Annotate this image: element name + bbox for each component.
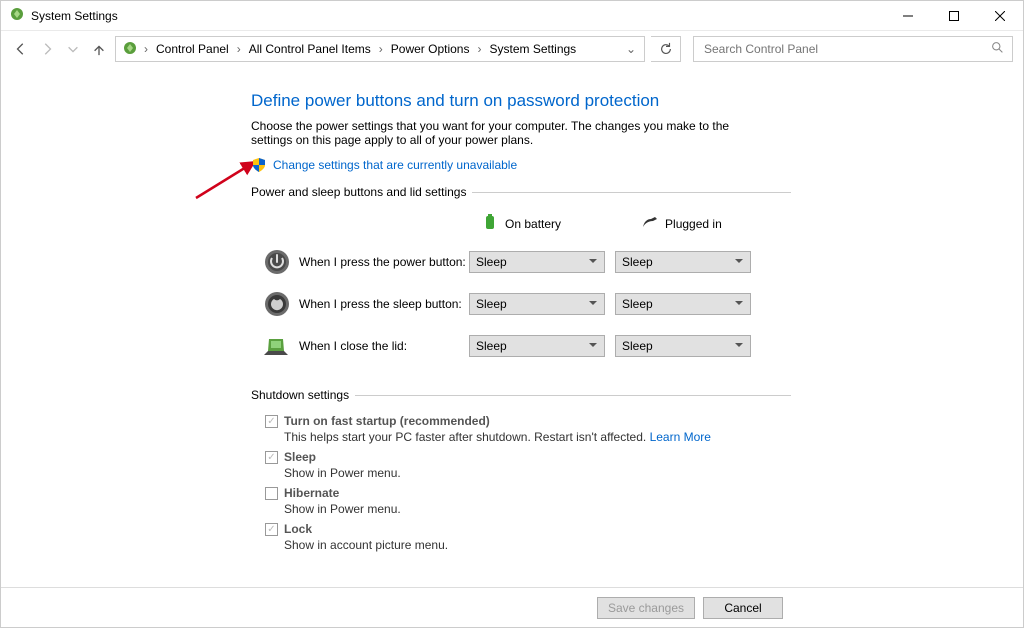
- learn-more-link[interactable]: Learn More: [650, 430, 711, 444]
- fast-startup-checkbox[interactable]: [265, 415, 278, 428]
- on-battery-label: On battery: [505, 217, 561, 231]
- chevron-right-icon: ›: [475, 42, 483, 56]
- admin-link-row: Change settings that are currently unava…: [251, 157, 1003, 173]
- chevron-down-icon: [588, 255, 598, 269]
- sleep-desc: Show in Power menu.: [284, 466, 791, 480]
- sleep-button-row: When I press the sleep button: Sleep Sle…: [251, 290, 791, 318]
- chevron-right-icon: ›: [235, 42, 243, 56]
- hibernate-item: Hibernate Show in Power menu.: [265, 486, 791, 516]
- chevron-down-icon: [588, 339, 598, 353]
- chevron-down-icon: [734, 255, 744, 269]
- plug-icon: [641, 213, 659, 234]
- window-title: System Settings: [31, 9, 118, 23]
- close-lid-label: When I close the lid:: [299, 339, 469, 353]
- battery-icon: [481, 213, 499, 234]
- dropdown-value: Sleep: [476, 255, 507, 269]
- plugged-in-label: Plugged in: [665, 217, 722, 231]
- chevron-down-icon: [734, 339, 744, 353]
- dropdown-value: Sleep: [622, 297, 653, 311]
- shutdown-legend: Shutdown settings: [251, 388, 355, 402]
- lock-checkbox[interactable]: [265, 523, 278, 536]
- search-icon: [991, 41, 1004, 57]
- breadcrumb[interactable]: Power Options: [389, 42, 472, 56]
- laptop-lid-icon: [263, 332, 291, 360]
- breadcrumb[interactable]: System Settings: [487, 42, 578, 56]
- maximize-button[interactable]: [931, 1, 977, 31]
- sleep-button-battery-dropdown[interactable]: Sleep: [469, 293, 605, 315]
- up-button[interactable]: [89, 39, 109, 59]
- breadcrumb[interactable]: All Control Panel Items: [247, 42, 373, 56]
- lock-item: Lock Show in account picture menu.: [265, 522, 791, 552]
- cancel-button[interactable]: Cancel: [703, 597, 783, 619]
- close-lid-battery-dropdown[interactable]: Sleep: [469, 335, 605, 357]
- power-button-icon: [263, 248, 291, 276]
- dropdown-value: Sleep: [622, 339, 653, 353]
- fast-startup-desc: This helps start your PC faster after sh…: [284, 430, 791, 444]
- address-bar[interactable]: › Control Panel › All Control Panel Item…: [115, 36, 645, 62]
- on-battery-header: On battery: [481, 213, 561, 234]
- chevron-down-icon[interactable]: ⌄: [624, 42, 638, 56]
- close-button[interactable]: [977, 1, 1023, 31]
- hibernate-checkbox[interactable]: [265, 487, 278, 500]
- chevron-down-icon: [734, 297, 744, 311]
- dropdown-value: Sleep: [622, 255, 653, 269]
- minimize-button[interactable]: [885, 1, 931, 31]
- sleep-button-icon: [263, 290, 291, 318]
- dropdown-value: Sleep: [476, 339, 507, 353]
- change-settings-link[interactable]: Change settings that are currently unava…: [273, 158, 517, 172]
- nav-row: › Control Panel › All Control Panel Item…: [1, 31, 1023, 67]
- titlebar: System Settings: [1, 1, 1023, 31]
- sleep-checkbox[interactable]: [265, 451, 278, 464]
- shutdown-group: Shutdown settings Turn on fast startup (…: [251, 388, 791, 558]
- chevron-right-icon: ›: [142, 42, 150, 56]
- forward-button[interactable]: [37, 39, 57, 59]
- power-button-battery-dropdown[interactable]: Sleep: [469, 251, 605, 273]
- page-heading: Define power buttons and turn on passwor…: [251, 91, 1003, 111]
- hibernate-label: Hibernate: [284, 486, 339, 500]
- fast-startup-item: Turn on fast startup (recommended) This …: [265, 414, 791, 444]
- lock-label: Lock: [284, 522, 312, 536]
- hibernate-desc: Show in Power menu.: [284, 502, 791, 516]
- close-lid-plugged-dropdown[interactable]: Sleep: [615, 335, 751, 357]
- sleep-button-plugged-dropdown[interactable]: Sleep: [615, 293, 751, 315]
- sleep-item: Sleep Show in Power menu.: [265, 450, 791, 480]
- chevron-down-icon: [588, 297, 598, 311]
- app-icon: [9, 6, 25, 25]
- back-button[interactable]: [11, 39, 31, 59]
- power-button-plugged-dropdown[interactable]: Sleep: [615, 251, 751, 273]
- power-button-label: When I press the power button:: [299, 255, 469, 269]
- chevron-right-icon: ›: [377, 42, 385, 56]
- fast-startup-label: Turn on fast startup (recommended): [284, 414, 490, 428]
- search-box[interactable]: [693, 36, 1013, 62]
- page-subtext: Choose the power settings that you want …: [251, 119, 771, 147]
- sleep-label: Sleep: [284, 450, 316, 464]
- dropdown-value: Sleep: [476, 297, 507, 311]
- power-button-row: When I press the power button: Sleep Sle…: [251, 248, 791, 276]
- breadcrumb[interactable]: Control Panel: [154, 42, 231, 56]
- lock-desc: Show in account picture menu.: [284, 538, 791, 552]
- column-headers: On battery Plugged in: [251, 213, 791, 234]
- refresh-button[interactable]: [651, 36, 681, 62]
- recent-locations-button[interactable]: [63, 39, 83, 59]
- plugged-in-header: Plugged in: [641, 213, 722, 234]
- search-input[interactable]: [702, 41, 1004, 57]
- sleep-button-label: When I press the sleep button:: [299, 297, 469, 311]
- save-button[interactable]: Save changes: [597, 597, 695, 619]
- buttons-lid-legend: Power and sleep buttons and lid settings: [251, 185, 472, 199]
- buttons-lid-group: Power and sleep buttons and lid settings…: [251, 185, 791, 374]
- window-controls: [885, 1, 1023, 31]
- uac-shield-icon: [251, 157, 267, 173]
- close-lid-row: When I close the lid: Sleep Sleep: [251, 332, 791, 360]
- addressbar-icon: [122, 40, 138, 59]
- footer: Save changes Cancel: [1, 587, 1023, 627]
- content-area: Define power buttons and turn on passwor…: [1, 71, 1023, 587]
